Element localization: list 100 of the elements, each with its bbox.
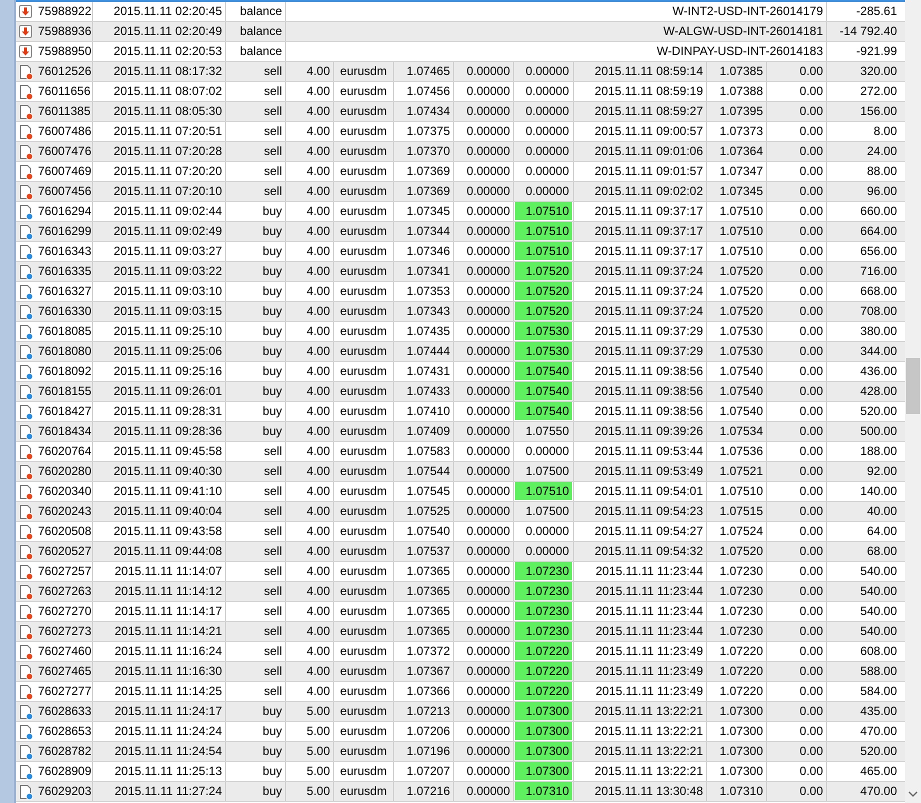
table-cell: 1.07373 [707, 122, 767, 141]
table-row[interactable]: 76020340 2015.11.11 09:41:10 sell 4.00 eurusdm 1.07545 0.00000 1.07510 2015.11.11 09:54:01 1.07510 0.00 140.00 [16, 482, 905, 502]
table-cell-text: 588.00 [859, 663, 898, 680]
table-row[interactable]: 76018085 2015.11.11 09:25:10 buy 4.00 eurusdm 1.07435 0.00000 1.07530 2015.11.11 09:37:29 1.07530 0.00 380.00 [16, 322, 905, 342]
table-row[interactable]: 76018092 2015.11.11 09:25:16 buy 4.00 eurusdm 1.07431 0.00000 1.07540 2015.11.11 09:38:56 1.07540 0.00 436.00 [16, 362, 905, 382]
table-row[interactable]: 76020280 2015.11.11 09:40:30 sell 4.00 eurusdm 1.07544 0.00000 1.07500 2015.11.11 09:53:49 1.07521 0.00 92.00 [16, 462, 905, 482]
table-cell: 4.00 [286, 122, 334, 141]
table-cell: 2015.11.11 09:44:08 [93, 542, 226, 561]
table-row[interactable]: 76020508 2015.11.11 09:43:58 sell 4.00 eurusdm 1.07540 0.00000 0.00000 2015.11.11 09:54:27 1.07524 0.00 64.00 [16, 522, 905, 542]
table-row[interactable]: 76018080 2015.11.11 09:25:06 buy 4.00 eurusdm 1.07444 0.00000 1.07530 2015.11.11 09:37:29 1.07530 0.00 344.00 [16, 342, 905, 362]
table-cell: eurusdm [334, 702, 394, 721]
table-row[interactable]: 76020243 2015.11.11 09:40:04 sell 4.00 eurusdm 1.07525 0.00000 1.07500 2015.11.11 09:54:23 1.07515 0.00 40.00 [16, 502, 905, 522]
table-cell: 2015.11.11 09:26:01 [93, 382, 226, 401]
scrollbar[interactable] [905, 0, 921, 803]
table-row[interactable]: 76007486 2015.11.11 07:20:51 sell 4.00 eurusdm 1.07375 0.00000 0.00000 2015.11.11 09:00:57 1.07373 0.00 8.00 [16, 122, 905, 142]
table-cell: 1.07300 [707, 702, 767, 721]
table-cell: eurusdm [334, 522, 394, 541]
table-cell: 2015.11.11 09:41:10 [93, 482, 226, 501]
table-row[interactable]: 76027465 2015.11.11 11:16:30 sell 4.00 eurusdm 1.07367 0.00000 1.07220 2015.11.11 11:23:49 1.07220 0.00 588.00 [16, 662, 905, 682]
table-row[interactable]: 76027460 2015.11.11 11:16:24 sell 4.00 eurusdm 1.07372 0.00000 1.07220 2015.11.11 11:23:49 1.07220 0.00 608.00 [16, 642, 905, 662]
table-cell: 0.00000 [454, 562, 514, 581]
table-row[interactable]: 76016343 2015.11.11 09:03:27 buy 4.00 eurusdm 1.07346 0.00000 1.07510 2015.11.11 09:37:17 1.07510 0.00 656.00 [16, 242, 905, 262]
table-cell: 1.07540 [707, 382, 767, 401]
table-row[interactable]: 76012526 2015.11.11 08:17:32 sell 4.00 eurusdm 1.07465 0.00000 0.00000 2015.11.11 08:59:14 1.07385 0.00 320.00 [16, 62, 905, 82]
table-cell: 0.00000 [454, 162, 514, 181]
table-cell: 1.07300 [515, 702, 572, 720]
table-cell: 2015.11.11 11:24:54 [93, 742, 226, 761]
table-row[interactable]: 76027270 2015.11.11 11:14:17 sell 4.00 eurusdm 1.07365 0.00000 1.07230 2015.11.11 11:23:44 1.07230 0.00 540.00 [16, 602, 905, 622]
table-cell: 4.00 [286, 662, 334, 681]
table-cell: 1.07510 [707, 242, 767, 261]
table-cell: eurusdm [334, 602, 394, 621]
scrollbar-thumb[interactable] [906, 358, 920, 414]
table-row[interactable]: 76007476 2015.11.11 07:20:28 sell 4.00 eurusdm 1.07370 0.00000 0.00000 2015.11.11 09:01:06 1.07364 0.00 24.00 [16, 142, 905, 162]
table-cell-text: 188.00 [859, 443, 898, 460]
table-cell: 4.00 [286, 602, 334, 621]
table-row[interactable]: 76016294 2015.11.11 09:02:44 buy 4.00 eurusdm 1.07345 0.00000 1.07510 2015.11.11 09:37:17 1.07510 0.00 660.00 [16, 202, 905, 222]
table-row[interactable]: 76027277 2015.11.11 11:14:25 sell 4.00 eurusdm 1.07366 0.00000 1.07220 2015.11.11 11:23:49 1.07220 0.00 584.00 [16, 682, 905, 702]
table-cell: 2015.11.11 09:37:24 [574, 262, 707, 281]
document-icon [18, 564, 34, 580]
table-row[interactable]: 76016327 2015.11.11 09:03:10 buy 4.00 eurusdm 1.07353 0.00000 1.07520 2015.11.11 09:37:24 1.07520 0.00 668.00 [16, 282, 905, 302]
table-row[interactable]: 75988936 2015.11.11 02:20:49 balance W-ALGW-USD-INT-26014181 -14 792.40 [16, 22, 905, 42]
table-cell: 0.00 [767, 502, 827, 521]
table-row[interactable]: 76028909 2015.11.11 11:25:13 buy 5.00 eurusdm 1.07207 0.00000 1.07300 2015.11.11 13:22:21 1.07300 0.00 465.00 [16, 762, 905, 782]
table-cell: buy [226, 382, 286, 401]
table-cell-text: -14 792.40 [838, 23, 898, 40]
table-cell: 1.07540 [515, 362, 572, 380]
table-cell-text: 435.00 [859, 703, 898, 720]
table-row[interactable]: 76018155 2015.11.11 09:26:01 buy 4.00 eurusdm 1.07433 0.00000 1.07540 2015.11.11 09:38:56 1.07540 0.00 428.00 [16, 382, 905, 402]
table-row[interactable]: 76016299 2015.11.11 09:02:49 buy 4.00 eurusdm 1.07344 0.00000 1.07510 2015.11.11 09:37:17 1.07510 0.00 664.00 [16, 222, 905, 242]
table-cell: 4.00 [286, 462, 334, 481]
table-cell: 1.07510 [515, 482, 572, 500]
table-cell: 2015.11.11 11:23:49 [574, 642, 707, 661]
table-cell: balance [226, 2, 286, 21]
table-cell: 1.07341 [394, 262, 454, 281]
table-cell-text: 520.00 [859, 403, 898, 420]
table-cell: 2015.11.11 09:28:36 [93, 422, 226, 441]
table-row[interactable]: 76007469 2015.11.11 07:20:20 sell 4.00 eurusdm 1.07369 0.00000 0.00000 2015.11.11 09:01:57 1.07347 0.00 88.00 [16, 162, 905, 182]
table-row[interactable]: 76029203 2015.11.11 11:27:24 buy 5.00 eurusdm 1.07216 0.00000 1.07310 2015.11.11 13:30:48 1.07310 0.00 470.00 [16, 782, 905, 802]
table-row[interactable]: 76028782 2015.11.11 11:24:54 buy 5.00 eurusdm 1.07196 0.00000 1.07300 2015.11.11 13:22:21 1.07300 0.00 520.00 [16, 742, 905, 762]
table-row[interactable]: 75988922 2015.11.11 02:20:45 balance W-INT2-USD-INT-26014179 -285.61 [16, 2, 905, 22]
document-icon [18, 104, 34, 120]
chevron-down-icon[interactable] [908, 791, 918, 797]
document-icon [18, 644, 34, 660]
table-cell: buy [226, 302, 286, 321]
table-cell: 2015.11.11 13:22:21 [574, 742, 707, 761]
table-row[interactable]: 76018427 2015.11.11 09:28:31 buy 4.00 eurusdm 1.07410 0.00000 1.07540 2015.11.11 09:38:56 1.07540 0.00 520.00 [16, 402, 905, 422]
table-cell: 2015.11.11 11:23:49 [574, 662, 707, 681]
table-cell: 1.07372 [394, 642, 454, 661]
table-row[interactable]: 76027257 2015.11.11 11:14:07 sell 4.00 eurusdm 1.07365 0.00000 1.07230 2015.11.11 11:23:44 1.07230 0.00 540.00 [16, 562, 905, 582]
table-row[interactable]: 76018434 2015.11.11 09:28:36 buy 4.00 eurusdm 1.07409 0.00000 1.07550 2015.11.11 09:39:26 1.07534 0.00 500.00 [16, 422, 905, 442]
table-cell: sell [226, 482, 286, 501]
table-row[interactable]: 76028653 2015.11.11 11:24:24 buy 5.00 eurusdm 1.07206 0.00000 1.07300 2015.11.11 13:22:21 1.07300 0.00 470.00 [16, 722, 905, 742]
table-row[interactable]: 76020527 2015.11.11 09:44:08 sell 4.00 eurusdm 1.07537 0.00000 0.00000 2015.11.11 09:54:32 1.07520 0.00 68.00 [16, 542, 905, 562]
table-row[interactable]: 76027273 2015.11.11 11:14:21 sell 4.00 eurusdm 1.07365 0.00000 1.07230 2015.11.11 11:23:44 1.07230 0.00 540.00 [16, 622, 905, 642]
table-cell: 0.00 [767, 542, 827, 561]
table-cell-text: 0.00000 [524, 103, 570, 120]
document-icon [18, 724, 34, 740]
table-row[interactable]: 76011656 2015.11.11 08:07:02 sell 4.00 eurusdm 1.07456 0.00000 0.00000 2015.11.11 08:59:19 1.07388 0.00 272.00 [16, 82, 905, 102]
table-row[interactable]: 75988950 2015.11.11 02:20:53 balance W-DINPAY-USD-INT-26014183 -921.99 [16, 42, 905, 62]
table-cell: eurusdm [334, 202, 394, 221]
table-row[interactable]: 76020764 2015.11.11 09:45:58 sell 4.00 eurusdm 1.07583 0.00000 0.00000 2015.11.11 09:53:44 1.07536 0.00 188.00 [16, 442, 905, 462]
table-cell: sell [226, 542, 286, 561]
table-row[interactable]: 76007456 2015.11.11 07:20:10 sell 4.00 eurusdm 1.07369 0.00000 0.00000 2015.11.11 09:02:02 1.07345 0.00 96.00 [16, 182, 905, 202]
table-cell: 1.07520 [707, 282, 767, 301]
table-cell: 2015.11.11 07:20:20 [93, 162, 226, 181]
table-row[interactable]: 76016330 2015.11.11 09:03:15 buy 4.00 eurusdm 1.07343 0.00000 1.07520 2015.11.11 09:37:24 1.07520 0.00 708.00 [16, 302, 905, 322]
table-cell: 1.07375 [394, 122, 454, 141]
table-cell-text: 716.00 [859, 263, 898, 280]
document-icon [18, 624, 34, 640]
table-cell: 2015.11.11 07:20:10 [93, 182, 226, 201]
table-row[interactable]: 76016335 2015.11.11 09:03:22 buy 4.00 eurusdm 1.07341 0.00000 1.07520 2015.11.11 09:37:24 1.07520 0.00 716.00 [16, 262, 905, 282]
table-row[interactable]: 76028633 2015.11.11 11:24:17 buy 5.00 eurusdm 1.07213 0.00000 1.07300 2015.11.11 13:22:21 1.07300 0.00 435.00 [16, 702, 905, 722]
table-cell: 1.07540 [707, 402, 767, 421]
table-cell: 1.07365 [394, 602, 454, 621]
table-cell-text: 668.00 [859, 283, 898, 300]
table-row[interactable]: 76027263 2015.11.11 11:14:12 sell 4.00 eurusdm 1.07365 0.00000 1.07230 2015.11.11 11:23:44 1.07230 0.00 540.00 [16, 582, 905, 602]
ticket-number: 76016343 [38, 243, 92, 260]
document-icon [18, 384, 34, 400]
table-row[interactable]: 76011385 2015.11.11 08:05:30 sell 4.00 eurusdm 1.07434 0.00000 0.00000 2015.11.11 08:59:27 1.07395 0.00 156.00 [16, 102, 905, 122]
table-cell: eurusdm [334, 622, 394, 641]
